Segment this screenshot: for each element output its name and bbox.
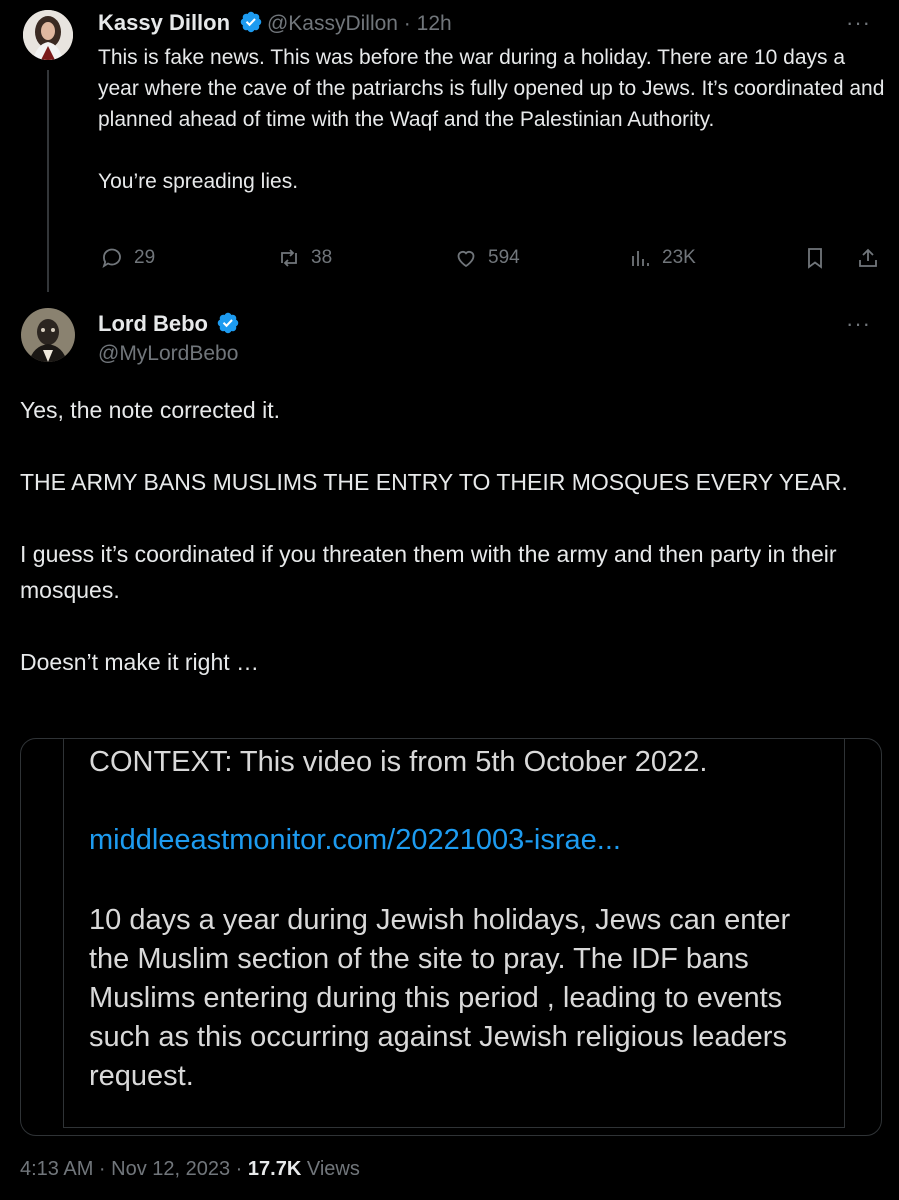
heart-icon — [457, 250, 475, 268]
more-options-icon[interactable]: ··· — [846, 10, 871, 36]
views-button[interactable]: 23K — [628, 246, 696, 270]
note-headline: CONTEXT: This video is from 5th October … — [89, 746, 708, 778]
avatar[interactable] — [23, 10, 73, 60]
like-button[interactable]: 594 — [454, 246, 520, 270]
views-label: Views — [301, 1158, 360, 1180]
author-handle[interactable]: @MyLordBebo — [98, 342, 238, 366]
bookmark-icon — [808, 248, 822, 269]
repost-icon — [281, 249, 297, 267]
tweet2-header: Lord Bebo — [98, 311, 240, 337]
reply-count: 29 — [134, 247, 156, 268]
repost-button[interactable]: 38 — [277, 246, 332, 270]
note-link[interactable]: middleeastmonitor.com/20221003-israe... — [89, 821, 819, 860]
share-icon — [859, 248, 877, 267]
timestamp[interactable]: 4:13 AM · Nov 12, 2023 · — [20, 1158, 248, 1180]
reply-icon — [102, 248, 121, 269]
tweet1-header: Kassy Dillon @KassyDillon · 12h — [98, 10, 452, 36]
like-count: 594 — [488, 247, 520, 268]
thread-connector — [47, 70, 49, 292]
author-name[interactable]: Kassy Dillon — [98, 10, 230, 35]
analytics-icon — [632, 251, 649, 266]
tweet-meta: 4:13 AM · Nov 12, 2023 · 17.7K Views — [20, 1158, 360, 1181]
view-count: 23K — [662, 247, 696, 268]
avatar[interactable] — [21, 308, 75, 362]
verified-badge-icon — [239, 10, 263, 34]
avatar-image — [21, 308, 75, 362]
avatar-image — [23, 10, 73, 60]
bookmark-button[interactable] — [803, 246, 827, 270]
embedded-note-card[interactable]: CONTEXT: This video is from 5th October … — [20, 738, 882, 1136]
author-handle-time[interactable]: @KassyDillon · 12h — [267, 12, 452, 35]
share-button[interactable] — [856, 246, 880, 270]
repost-count: 38 — [311, 247, 333, 268]
views-count[interactable]: 17.7K — [248, 1158, 301, 1180]
verified-badge-icon — [216, 311, 240, 335]
author-name[interactable]: Lord Bebo — [98, 311, 208, 336]
tweet1-text: This is fake news. This was before the w… — [98, 46, 885, 193]
note-body: 10 days a year during Jewish holidays, J… — [89, 904, 791, 1092]
reply-button[interactable]: 29 — [100, 246, 155, 270]
more-options-icon[interactable]: ··· — [846, 311, 871, 337]
tweet2-text: Yes, the note corrected it. THE ARMY BAN… — [20, 397, 848, 675]
